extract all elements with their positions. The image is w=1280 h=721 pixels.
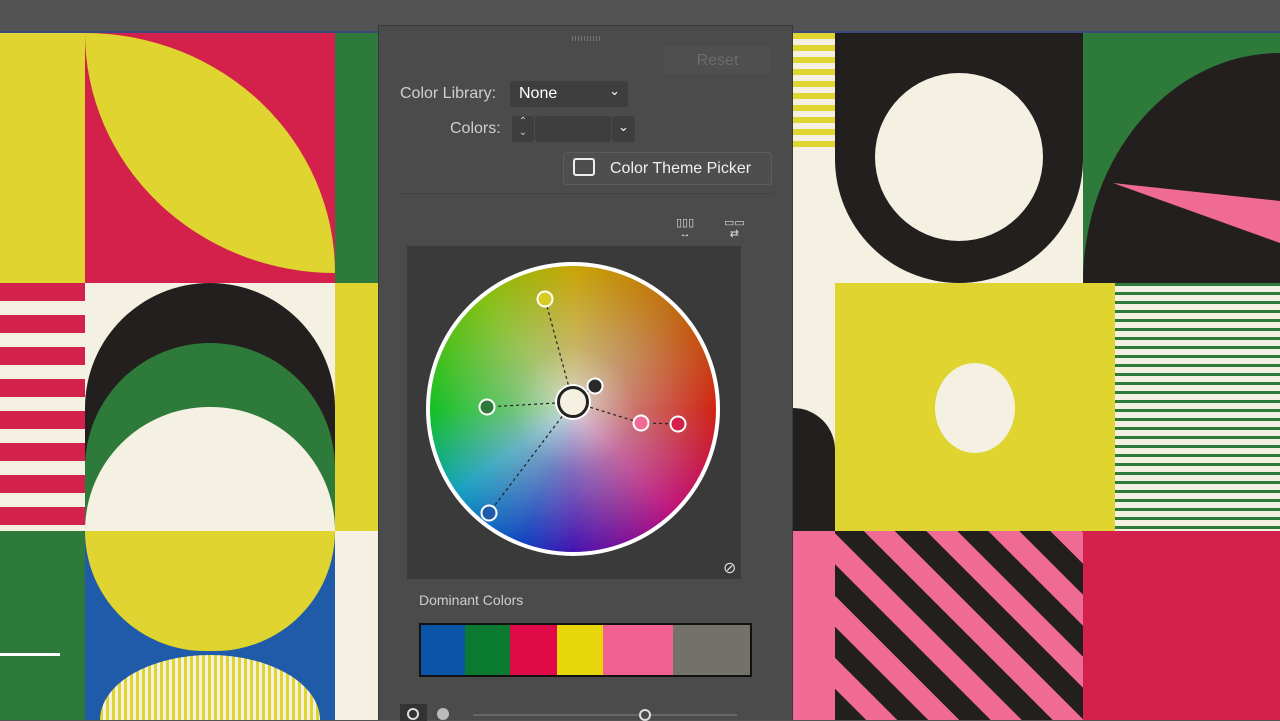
colors-label: Colors: bbox=[450, 120, 501, 137]
recolor-panel: Reset Color Library: None ⌄ Colors: ⌃ ⌄ ⌄… bbox=[378, 25, 793, 721]
divider bbox=[399, 193, 774, 194]
dominant-color-swatch-gray[interactable] bbox=[673, 625, 750, 675]
brightness-slider[interactable] bbox=[473, 709, 737, 721]
eyedropper-icon bbox=[573, 158, 595, 176]
unlink-harmony-icon[interactable]: ⊘ bbox=[723, 558, 736, 578]
color-library-label: Color Library: bbox=[400, 85, 497, 102]
dominant-color-swatch-crimson[interactable] bbox=[509, 625, 557, 675]
base-color-marker[interactable] bbox=[557, 386, 589, 418]
color-marker-yellow[interactable] bbox=[536, 290, 554, 308]
color-marker-black[interactable] bbox=[586, 377, 604, 395]
randomize-colors-icon[interactable]: ▭▭ ⇄ bbox=[724, 218, 745, 240]
reset-button[interactable]: Reset bbox=[664, 46, 771, 74]
color-library-dropdown[interactable]: None ⌄ bbox=[510, 81, 628, 107]
artwork-right bbox=[793, 33, 1280, 720]
color-marker-pink[interactable] bbox=[632, 414, 650, 432]
color-marker-blue[interactable] bbox=[480, 504, 498, 522]
dominant-color-swatch-pink[interactable] bbox=[603, 625, 674, 675]
color-marker-green[interactable] bbox=[478, 398, 496, 416]
color-library-value: None bbox=[519, 85, 558, 102]
colors-stepper[interactable]: ⌃ ⌄ bbox=[512, 116, 534, 142]
wheel-mode-segmented-button[interactable] bbox=[437, 708, 449, 720]
smooth-wheel-icon bbox=[407, 708, 419, 720]
color-theme-picker-button[interactable]: Color Theme Picker bbox=[563, 152, 772, 185]
wheel-mode-smooth-button[interactable] bbox=[400, 704, 427, 721]
color-marker-red[interactable] bbox=[669, 415, 687, 433]
chevron-down-icon: ⌄ bbox=[609, 83, 620, 98]
drag-handle[interactable] bbox=[572, 36, 600, 41]
color-wheel-area: ⊘ bbox=[407, 246, 741, 579]
colors-dropdown-button[interactable]: ⌄ bbox=[612, 116, 635, 142]
artwork-left bbox=[0, 33, 378, 720]
dominant-colors-label: Dominant Colors bbox=[419, 592, 524, 608]
dominant-colors-bar[interactable] bbox=[419, 623, 752, 677]
dominant-color-swatch-blue[interactable] bbox=[421, 625, 466, 675]
slider-thumb[interactable] bbox=[639, 709, 651, 721]
dominant-color-swatch-yellow[interactable] bbox=[556, 625, 604, 675]
color-theme-picker-label: Color Theme Picker bbox=[610, 160, 752, 177]
arrange-colors-icon[interactable]: ▯▯▯ ↔ bbox=[676, 218, 694, 240]
colors-input[interactable] bbox=[535, 116, 611, 142]
dominant-color-swatch-green[interactable] bbox=[465, 625, 510, 675]
